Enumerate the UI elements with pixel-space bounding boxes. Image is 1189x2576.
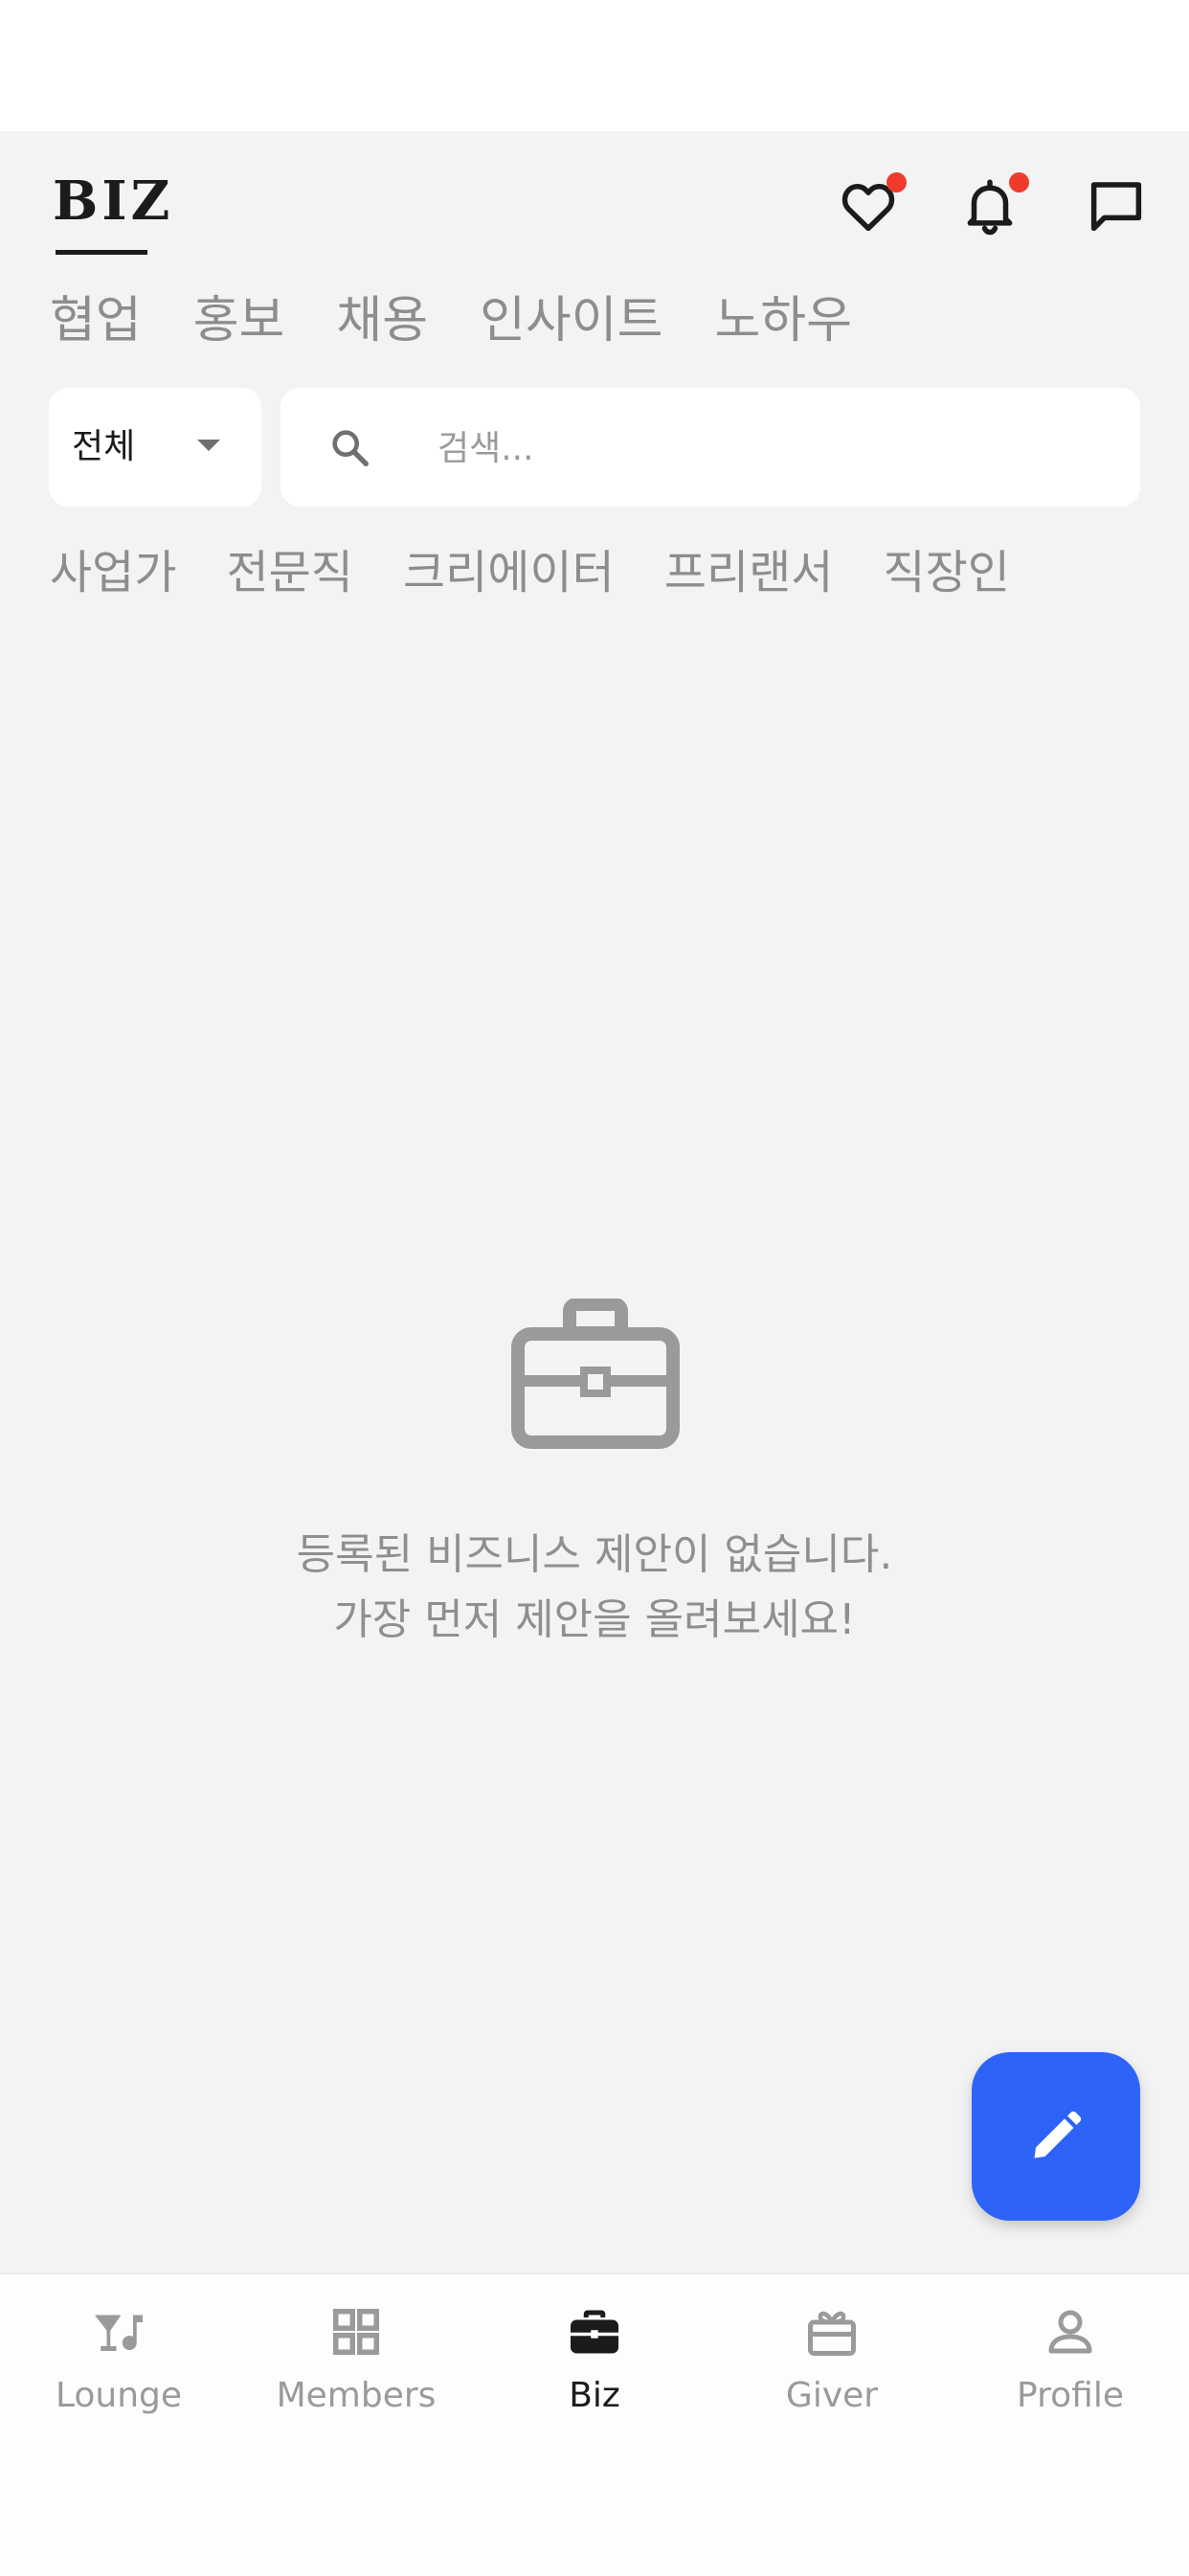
nav-profile[interactable]: Profile xyxy=(952,2274,1189,2447)
nav-biz-label: Biz xyxy=(569,2376,620,2415)
logo-underline xyxy=(56,250,147,255)
person-icon xyxy=(1048,2310,1092,2354)
filter-dropdown[interactable]: 전체 xyxy=(49,388,261,507)
nav-biz[interactable]: Biz xyxy=(476,2274,713,2447)
tab-hiring[interactable]: 채용 xyxy=(336,287,428,354)
tab-insight[interactable]: 인사이트 xyxy=(480,287,662,354)
tab-collaboration[interactable]: 협업 xyxy=(50,287,142,354)
search-icon xyxy=(332,430,369,466)
grid-icon xyxy=(333,2309,379,2355)
briefcase-icon xyxy=(511,1299,680,1449)
empty-state-message: 등록된 비즈니스 제안이 없습니다. 가장 먼저 제안을 올려보세요! xyxy=(0,1523,1189,1653)
subtab-employee[interactable]: 직장인 xyxy=(883,542,1009,603)
bottom-navigation: Lounge Members Biz Giver Profile xyxy=(0,2272,1189,2576)
nav-profile-label: Profile xyxy=(1017,2376,1124,2415)
write-post-button[interactable] xyxy=(972,2052,1140,2221)
nav-giver-label: Giver xyxy=(785,2376,879,2415)
nav-lounge[interactable]: Lounge xyxy=(0,2274,237,2447)
role-filter-tabs: 사업가 전문직 크리에이터 프리랜서 직장인 xyxy=(50,542,1010,603)
category-tabs: 협업 홍보 채용 인사이트 노하우 xyxy=(50,287,852,354)
status-bar xyxy=(0,0,1189,131)
nav-members[interactable]: Members xyxy=(237,2274,475,2447)
search-input[interactable] xyxy=(436,418,1090,478)
empty-state-line-1: 등록된 비즈니스 제안이 없습니다. xyxy=(296,1530,893,1579)
favorites-badge-dot xyxy=(886,172,907,192)
empty-state-line-2: 가장 먼저 제안을 올려보세요! xyxy=(333,1595,856,1644)
nav-giver[interactable]: Giver xyxy=(713,2274,951,2447)
nav-members-label: Members xyxy=(276,2376,437,2415)
tab-promotion[interactable]: 홍보 xyxy=(193,287,285,354)
subtab-freelancer[interactable]: 프리랜서 xyxy=(664,542,834,603)
nav-lounge-label: Lounge xyxy=(55,2376,183,2415)
messages-button[interactable] xyxy=(1085,174,1148,237)
tab-knowhow[interactable]: 노하우 xyxy=(714,287,852,354)
app-logo: BIZ xyxy=(53,169,174,233)
caret-down-icon xyxy=(197,440,220,451)
filter-selected-label: 전체 xyxy=(72,427,136,466)
cocktail-music-icon xyxy=(95,2315,143,2351)
gift-icon xyxy=(808,2311,856,2356)
briefcase-icon xyxy=(571,2310,618,2354)
search-bar xyxy=(280,388,1140,507)
pencil-icon xyxy=(1034,2111,1082,2158)
subtab-creator[interactable]: 크리에이터 xyxy=(403,542,615,603)
subtab-business-owner[interactable]: 사업가 xyxy=(50,542,176,603)
notifications-badge-dot xyxy=(1009,172,1029,192)
subtab-professional[interactable]: 전문직 xyxy=(226,542,352,603)
chat-icon xyxy=(1090,182,1142,232)
